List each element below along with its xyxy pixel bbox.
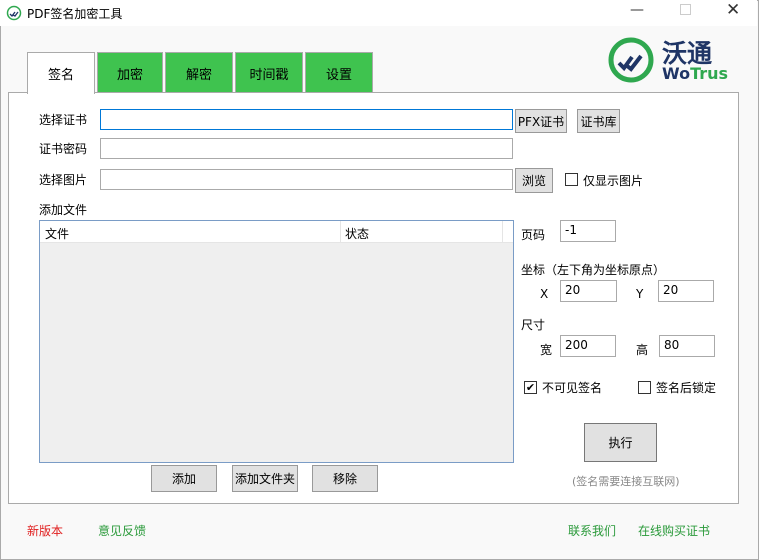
file-list[interactable]: 文件 状态: [39, 220, 514, 463]
tab-encrypt[interactable]: 加密: [97, 52, 163, 93]
add-file-button[interactable]: 添加: [151, 465, 217, 492]
width-input[interactable]: 200: [560, 335, 616, 357]
add-files-label: 添加文件: [39, 203, 88, 217]
page-input[interactable]: -1: [560, 220, 616, 242]
image-only-label: 仅显示图片: [583, 174, 644, 188]
wotrus-logo: 沃通 WoTrus: [606, 36, 734, 86]
cert-label: 选择证书: [39, 113, 88, 127]
feedback-link[interactable]: 意见反馈: [98, 522, 146, 539]
column-file[interactable]: 文件: [45, 225, 69, 242]
y-input[interactable]: 20: [658, 280, 714, 302]
x-label: X: [540, 287, 549, 301]
lock-after-sign-checkbox[interactable]: [638, 381, 651, 394]
browse-button[interactable]: 浏览: [515, 168, 553, 193]
page-label: 页码: [521, 228, 546, 242]
image-only-checkbox[interactable]: [565, 173, 578, 186]
execute-button[interactable]: 执行: [584, 423, 657, 462]
window-title: PDF签名加密工具: [27, 7, 123, 21]
title-bar: PDF签名加密工具 — ✕: [0, 0, 757, 26]
y-label: Y: [636, 287, 644, 301]
app-icon: [6, 5, 22, 21]
width-label: 宽: [540, 343, 553, 357]
tab-timestamp[interactable]: 时间戳: [235, 52, 303, 93]
tab-sign[interactable]: 签名: [27, 52, 95, 94]
x-input[interactable]: 20: [560, 280, 617, 302]
file-list-header: 文件 状态: [40, 221, 513, 243]
minimize-button[interactable]: —: [630, 2, 644, 18]
remove-button[interactable]: 移除: [312, 465, 378, 492]
logo-en: WoTrus: [662, 64, 729, 83]
tab-settings[interactable]: 设置: [305, 52, 373, 93]
tab-decrypt[interactable]: 解密: [165, 52, 233, 93]
image-input[interactable]: [100, 169, 513, 190]
cert-input[interactable]: [100, 109, 513, 130]
column-status[interactable]: 状态: [345, 225, 369, 242]
internet-note: (签名需要连接互联网): [572, 475, 680, 488]
close-button[interactable]: ✕: [726, 0, 740, 20]
invisible-sign-checkbox[interactable]: ✔: [524, 381, 537, 394]
invisible-sign-label: 不可见签名: [542, 381, 603, 395]
size-label: 尺寸: [521, 318, 546, 332]
password-input[interactable]: [100, 138, 513, 159]
add-folder-button[interactable]: 添加文件夹: [232, 465, 298, 492]
new-version-link[interactable]: 新版本: [27, 522, 63, 539]
height-label: 高: [636, 343, 649, 357]
pfx-cert-button[interactable]: PFX证书: [515, 109, 567, 133]
lock-after-sign-label: 签名后锁定: [656, 381, 717, 395]
maximize-button[interactable]: [680, 4, 691, 15]
height-input[interactable]: 80: [659, 335, 715, 357]
contact-link[interactable]: 联系我们: [568, 522, 616, 539]
buy-cert-link[interactable]: 在线购买证书: [638, 522, 710, 539]
cert-store-button[interactable]: 证书库: [577, 109, 620, 133]
image-label: 选择图片: [39, 173, 88, 187]
coord-label: 坐标（左下角为坐标原点）: [521, 263, 666, 277]
password-label: 证书密码: [39, 142, 88, 156]
